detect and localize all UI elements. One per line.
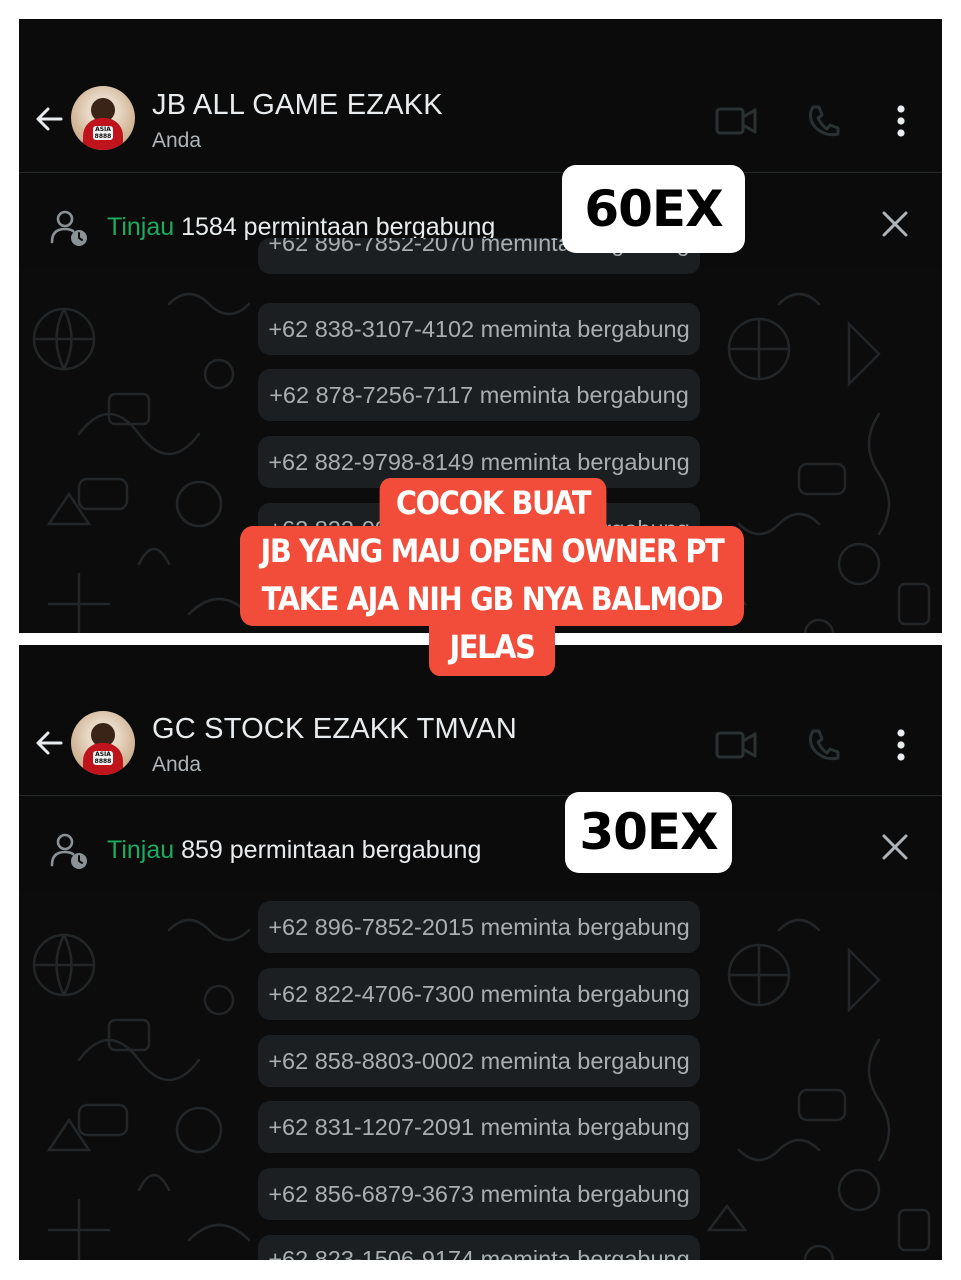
review-link[interactable]: Tinjau (107, 836, 174, 864)
more-vert-icon[interactable] (891, 727, 911, 763)
pending-people-icon (50, 210, 87, 246)
review-link[interactable]: Tinjau (107, 213, 174, 241)
price-badge-2: 30EX (565, 792, 732, 873)
more-vert-icon[interactable] (891, 103, 911, 139)
chat-screen-2: ASIA 8888 GC STOCK EZAKK TMVAN Anda Tinja… (19, 645, 942, 1260)
system-message: +62 896-7852-2015 meminta bergabung (258, 901, 700, 953)
close-icon[interactable] (881, 210, 909, 238)
join-request-text: Tinjau 859 permintaan bergabung (107, 836, 481, 865)
banner-line-1: COCOK BUAT (379, 478, 607, 526)
system-message: +62 856-6879-3673 meminta bergabung (258, 1168, 700, 1220)
pending-people-icon (50, 833, 87, 869)
system-message: +62 822-4706-7300 meminta bergabung (258, 968, 700, 1020)
system-message: +62 838-3107-4102 meminta bergabung (258, 303, 700, 355)
join-request-bar[interactable]: Tinjau 859 permintaan bergabung (19, 796, 942, 891)
video-camera-icon[interactable] (715, 105, 757, 137)
group-avatar[interactable]: ASIA 8888 (71, 711, 135, 775)
group-name[interactable]: GC STOCK EZAKK TMVAN (152, 713, 517, 746)
group-subtitle: Anda (152, 129, 202, 152)
group-subtitle: Anda (152, 753, 202, 776)
system-message: +62 831-1207-2091 meminta bergabung (258, 1101, 700, 1153)
phone-icon[interactable] (805, 103, 841, 139)
system-message: +62 858-8803-0002 meminta bergabung (258, 1035, 700, 1087)
price-badge-1: 60EX (562, 165, 745, 253)
banner-line-3: TAKE AJA NIH GB NYA BALMOD (240, 576, 744, 626)
system-message: +62 823-1506-9174 meminta bergabung (258, 1235, 700, 1260)
video-camera-icon[interactable] (715, 729, 757, 761)
promo-banner: COCOK BUAT JB YANG MAU OPEN OWNER PT TAK… (212, 478, 772, 678)
group-name[interactable]: JB ALL GAME EZAKK (152, 89, 443, 122)
phone-icon[interactable] (805, 727, 841, 763)
back-arrow-icon[interactable] (33, 727, 65, 759)
back-arrow-icon[interactable] (33, 103, 65, 135)
chat-header: ASIA 8888 JB ALL GAME EZAKK Anda (19, 19, 942, 169)
group-avatar[interactable]: ASIA 8888 (71, 86, 135, 150)
system-message: +62 878-7256-7117 meminta bergabung (258, 369, 700, 421)
request-count: 1584 permintaan bergabung (181, 213, 496, 241)
close-icon[interactable] (881, 833, 909, 861)
banner-line-2: JB YANG MAU OPEN OWNER PT (240, 526, 744, 576)
request-count: 859 permintaan bergabung (181, 836, 482, 864)
banner-line-4: JELAS (429, 624, 555, 676)
